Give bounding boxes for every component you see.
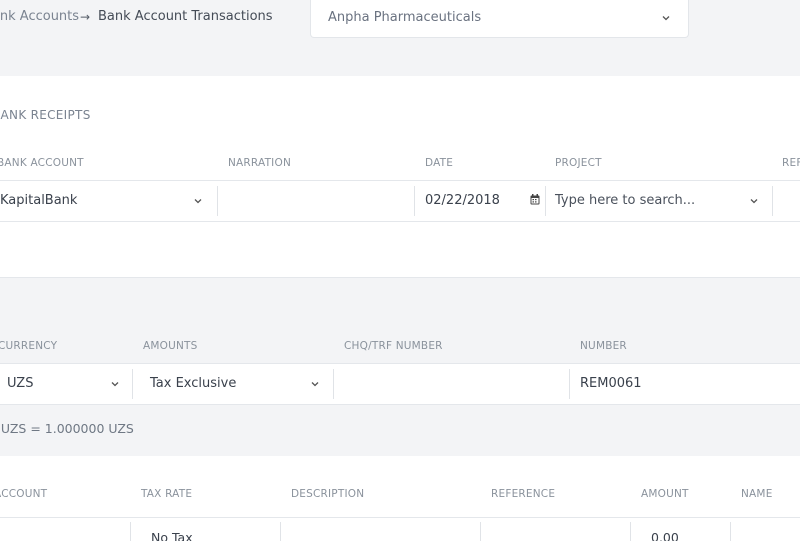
- column-header-description: DESCRIPTION: [291, 488, 365, 500]
- tax-rate-select[interactable]: No Tax: [131, 518, 280, 541]
- project-search-placeholder: Type here to search...: [555, 193, 696, 208]
- chevron-down-icon: [110, 379, 120, 389]
- number-input[interactable]: REM0061: [570, 364, 800, 404]
- amount-cell-input[interactable]: 0.00: [631, 518, 730, 541]
- number-value: REM0061: [580, 376, 642, 391]
- account-cell-input[interactable]: [0, 518, 130, 541]
- reference-input[interactable]: [773, 181, 800, 221]
- chevron-down-icon: [749, 196, 759, 206]
- label-date: DATE: [425, 157, 454, 169]
- currency-select[interactable]: UZS: [0, 364, 132, 404]
- column-header-name: NAME: [741, 488, 773, 500]
- breadcrumb-arrow-icon: →: [80, 10, 91, 24]
- label-narration: NARRATION: [228, 157, 292, 169]
- company-select[interactable]: Anpha Pharmaceuticals: [310, 0, 689, 38]
- calendar-icon[interactable]: [530, 194, 540, 205]
- bank-account-select[interactable]: KapitalBank: [0, 181, 217, 221]
- bank-account-value: KapitalBank: [0, 193, 78, 208]
- breadcrumb-current: Bank Account Transactions: [98, 9, 273, 24]
- column-header-tax-rate: TAX RATE: [141, 488, 193, 500]
- label-bank-account: BANK ACCOUNT: [0, 157, 84, 169]
- narration-input[interactable]: [218, 181, 414, 221]
- amounts-select[interactable]: Tax Exclusive: [133, 364, 333, 404]
- description-cell-input[interactable]: [281, 518, 480, 541]
- column-header-reference: REFERENCE: [491, 488, 556, 500]
- tax-rate-value: No Tax: [151, 530, 193, 541]
- name-cell-input[interactable]: [731, 518, 800, 541]
- label-chq-trf-number: CHQ/TRF NUMBER: [344, 340, 443, 352]
- divider: [0, 221, 800, 222]
- breadcrumb-bank-accounts-link[interactable]: Bank Accounts: [0, 9, 79, 24]
- section-title: BANK RECEIPTS: [0, 108, 91, 122]
- date-value: 02/22/2018: [425, 193, 500, 208]
- column-header-amount: AMOUNT: [641, 488, 689, 500]
- chevron-down-icon: [193, 196, 203, 206]
- column-header-account: ACCOUNT: [0, 488, 48, 500]
- chq-trf-number-input[interactable]: [334, 364, 569, 404]
- receipt-header-panel: [0, 76, 800, 278]
- amounts-value: Tax Exclusive: [150, 376, 237, 391]
- table-row: No Tax 0.00: [0, 518, 800, 541]
- label-currency: CURRENCY: [0, 340, 58, 352]
- chevron-down-icon: [310, 379, 320, 389]
- amount-value: 0.00: [651, 530, 679, 541]
- label-amounts: AMOUNTS: [143, 340, 198, 352]
- currency-value: UZS: [7, 376, 34, 391]
- exchange-rate-text: 1 UZS = 1.000000 UZS: [0, 421, 134, 436]
- label-project: PROJECT: [555, 157, 602, 169]
- label-number: NUMBER: [580, 340, 627, 352]
- chevron-down-icon: [661, 13, 671, 23]
- project-search-select[interactable]: Type here to search...: [546, 181, 772, 221]
- company-select-value: Anpha Pharmaceuticals: [328, 10, 482, 25]
- label-reference: REFERENCE: [782, 157, 800, 169]
- reference-cell-input[interactable]: [481, 518, 630, 541]
- date-input[interactable]: 02/22/2018: [415, 181, 545, 221]
